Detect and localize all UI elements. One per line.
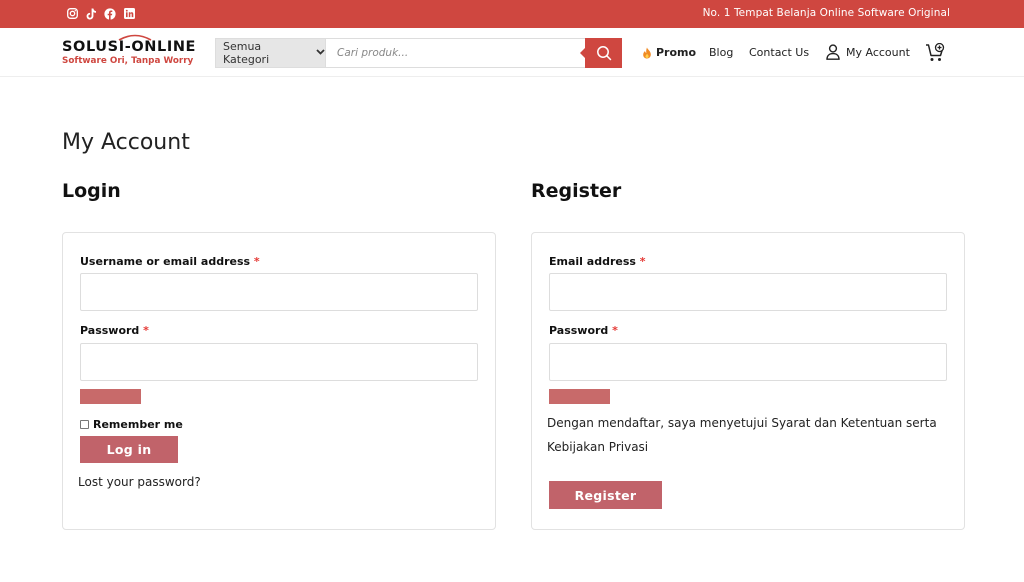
- login-button[interactable]: Log in: [80, 436, 178, 463]
- required-mark: *: [639, 255, 646, 268]
- nav-promo-label: Promo: [656, 46, 697, 59]
- cart-button[interactable]: [925, 42, 946, 67]
- tiktok-icon[interactable]: [85, 7, 97, 20]
- nav-contact-us[interactable]: Contact Us: [749, 46, 809, 59]
- register-form: Email address * Password * Dengan mendaf…: [531, 232, 965, 530]
- search-input[interactable]: [325, 38, 585, 68]
- required-mark: *: [612, 324, 618, 337]
- page-title: My Account: [62, 130, 190, 155]
- remember-me[interactable]: Remember me: [80, 418, 183, 431]
- username-label: Username or email address *: [80, 255, 260, 268]
- login-password-field[interactable]: [80, 343, 478, 381]
- instagram-icon[interactable]: [66, 7, 78, 20]
- register-password-field[interactable]: [549, 343, 947, 381]
- terms-text: Dengan mendaftar, saya menyetujui Syarat…: [547, 416, 937, 454]
- username-label-text: Username or email address: [80, 255, 251, 268]
- facebook-icon[interactable]: [104, 7, 116, 20]
- nav-my-account-label: My Account: [846, 45, 910, 59]
- logo-slogan: Software Ori, Tanpa Worry: [62, 56, 194, 66]
- linkedin-icon[interactable]: [123, 7, 135, 20]
- user-icon: [826, 44, 840, 60]
- email-field[interactable]: [549, 273, 947, 311]
- social-links: [66, 7, 135, 20]
- topbar-tagline: No. 1 Tempat Belanja Online Software Ori…: [702, 7, 950, 19]
- password-strength-bar: [80, 389, 141, 404]
- fire-icon: [643, 47, 651, 58]
- nav-my-account[interactable]: My Account: [826, 44, 910, 60]
- site-header: SOLUSI-ONLINE Software Ori, Tanpa Worry …: [0, 28, 1024, 77]
- remember-me-checkbox[interactable]: [80, 420, 89, 429]
- category-select-value: Semua Kategori: [223, 40, 270, 66]
- category-select[interactable]: Semua Kategori: [215, 38, 325, 68]
- login-password-label-text: Password: [80, 324, 140, 337]
- nav-promo[interactable]: Promo: [642, 46, 696, 59]
- site-logo[interactable]: SOLUSI-ONLINE Software Ori, Tanpa Worry: [62, 34, 197, 67]
- remember-me-label: Remember me: [93, 418, 183, 431]
- cart-icon: [926, 42, 945, 61]
- login-form: Username or email address * Password * R…: [62, 232, 496, 530]
- login-password-label: Password *: [80, 324, 149, 337]
- search-icon: [596, 46, 611, 61]
- logo-arc-icon: [118, 34, 152, 41]
- register-button[interactable]: Register: [549, 481, 662, 509]
- email-label: Email address *: [549, 255, 646, 268]
- username-field[interactable]: [80, 273, 478, 311]
- required-mark: *: [253, 255, 260, 268]
- top-bar: No. 1 Tempat Belanja Online Software Ori…: [0, 0, 1024, 28]
- chevron-down-icon: [316, 48, 325, 58]
- nav-blog[interactable]: Blog: [709, 46, 733, 59]
- logo-text: SOLUSI-ONLINE: [62, 39, 197, 55]
- register-heading: Register: [531, 180, 622, 202]
- register-password-label: Password *: [549, 324, 618, 337]
- register-password-label-text: Password: [549, 324, 609, 337]
- search-button[interactable]: [580, 38, 622, 68]
- password-strength-bar: [549, 389, 610, 404]
- required-mark: *: [143, 324, 149, 337]
- login-heading: Login: [62, 180, 121, 202]
- email-label-text: Email address: [549, 255, 636, 268]
- search-bar: Semua Kategori: [215, 38, 622, 68]
- lost-password-link[interactable]: Lost your password?: [78, 475, 201, 489]
